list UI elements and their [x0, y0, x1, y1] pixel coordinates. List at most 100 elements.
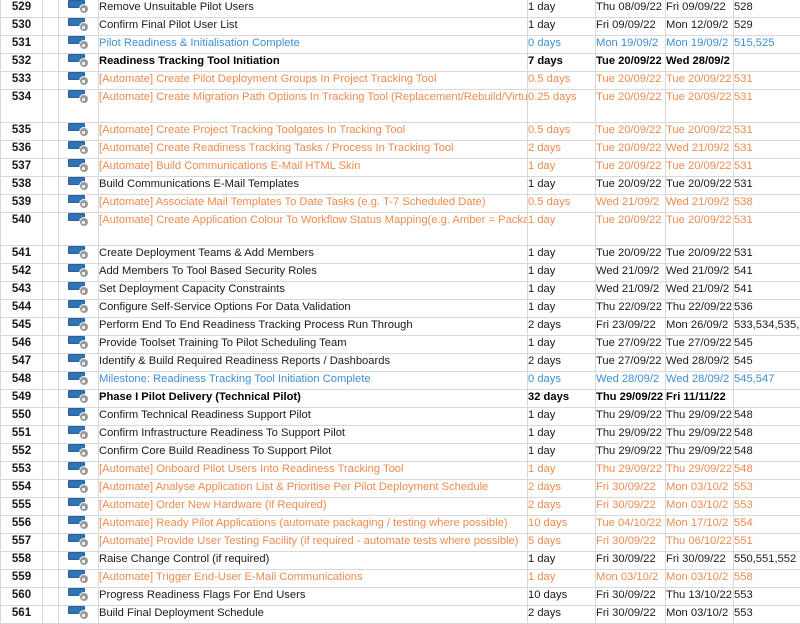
indicator-cell[interactable]: [43, 90, 59, 123]
start-date-cell[interactable]: Tue 27/09/22: [596, 336, 666, 354]
indicator-cell[interactable]: [43, 54, 59, 72]
row-id-cell[interactable]: 552: [1, 444, 43, 462]
task-name-cell[interactable]: Confirm Core Build Readiness To Support …: [99, 444, 528, 462]
task-mode-cell[interactable]: [59, 72, 99, 90]
table-row[interactable]: 532Readiness Tracking Tool Initiation7 d…: [1, 54, 800, 72]
row-id-cell[interactable]: 550: [1, 408, 43, 426]
start-date-cell[interactable]: Fri 30/09/22: [596, 588, 666, 606]
finish-date-cell[interactable]: Fri 09/09/22: [666, 0, 734, 18]
task-name-cell[interactable]: Add Members To Tool Based Security Roles: [99, 264, 528, 282]
task-name-cell[interactable]: [Automate] Create Pilot Deployment Group…: [99, 72, 528, 90]
row-id-cell[interactable]: 540: [1, 213, 43, 246]
row-id-cell[interactable]: 531: [1, 36, 43, 54]
start-date-cell[interactable]: Tue 20/09/22: [596, 246, 666, 264]
finish-date-cell[interactable]: Tue 20/09/22: [666, 90, 734, 123]
row-id-cell[interactable]: 556: [1, 516, 43, 534]
predecessors-cell[interactable]: 541: [734, 282, 800, 300]
predecessors-cell[interactable]: 529: [734, 18, 800, 36]
indicator-cell[interactable]: [43, 570, 59, 588]
row-id-cell[interactable]: 538: [1, 177, 43, 195]
indicator-cell[interactable]: [43, 552, 59, 570]
task-mode-cell[interactable]: [59, 213, 99, 246]
row-id-cell[interactable]: 553: [1, 462, 43, 480]
start-date-cell[interactable]: Thu 22/09/22: [596, 300, 666, 318]
start-date-cell[interactable]: Fri 30/09/22: [596, 606, 666, 624]
table-row[interactable]: 547Identify & Build Required Readiness R…: [1, 354, 800, 372]
predecessors-cell[interactable]: 515,525: [734, 36, 800, 54]
task-mode-cell[interactable]: [59, 552, 99, 570]
task-name-cell[interactable]: Milestone: Readiness Tracking Tool Initi…: [99, 372, 528, 390]
task-name-cell[interactable]: Set Deployment Capacity Constraints: [99, 282, 528, 300]
predecessors-cell[interactable]: 533,534,535,5:: [734, 318, 800, 336]
duration-cell[interactable]: 2 days: [528, 141, 596, 159]
task-mode-cell[interactable]: [59, 18, 99, 36]
indicator-cell[interactable]: [43, 300, 59, 318]
table-row[interactable]: 537[Automate] Build Communications E-Mai…: [1, 159, 800, 177]
table-row[interactable]: 558Raise Change Control (if required)1 d…: [1, 552, 800, 570]
indicator-cell[interactable]: [43, 606, 59, 624]
start-date-cell[interactable]: Thu 29/09/22: [596, 426, 666, 444]
task-mode-cell[interactable]: [59, 54, 99, 72]
duration-cell[interactable]: 1 day: [528, 336, 596, 354]
task-name-cell[interactable]: [Automate] Analyse Application List & Pr…: [99, 480, 528, 498]
start-date-cell[interactable]: Wed 21/09/2: [596, 282, 666, 300]
duration-cell[interactable]: 1 day: [528, 213, 596, 246]
start-date-cell[interactable]: Mon 19/09/2: [596, 36, 666, 54]
finish-date-cell[interactable]: Tue 20/09/22: [666, 246, 734, 264]
row-id-cell[interactable]: 547: [1, 354, 43, 372]
indicator-cell[interactable]: [43, 336, 59, 354]
table-row[interactable]: 549Phase I Pilot Delivery (Technical Pil…: [1, 390, 800, 408]
indicator-cell[interactable]: [43, 498, 59, 516]
task-mode-cell[interactable]: [59, 498, 99, 516]
table-row[interactable]: 529Remove Unsuitable Pilot Users1 dayThu…: [1, 0, 800, 18]
indicator-cell[interactable]: [43, 0, 59, 18]
task-mode-cell[interactable]: [59, 444, 99, 462]
task-grid-body[interactable]: 529Remove Unsuitable Pilot Users1 dayThu…: [1, 0, 800, 624]
row-id-cell[interactable]: 545: [1, 318, 43, 336]
row-id-cell[interactable]: 551: [1, 426, 43, 444]
start-date-cell[interactable]: Tue 04/10/22: [596, 516, 666, 534]
finish-date-cell[interactable]: Wed 21/09/2: [666, 195, 734, 213]
finish-date-cell[interactable]: Tue 20/09/22: [666, 213, 734, 246]
predecessors-cell[interactable]: 550,551,552: [734, 552, 800, 570]
task-mode-cell[interactable]: [59, 123, 99, 141]
duration-cell[interactable]: 2 days: [528, 318, 596, 336]
table-row[interactable]: 560Progress Readiness Flags For End User…: [1, 588, 800, 606]
finish-date-cell[interactable]: Tue 20/09/22: [666, 159, 734, 177]
table-row[interactable]: 534[Automate] Create Migration Path Opti…: [1, 90, 800, 123]
duration-cell[interactable]: 1 day: [528, 18, 596, 36]
indicator-cell[interactable]: [43, 426, 59, 444]
table-row[interactable]: 539[Automate] Associate Mail Templates T…: [1, 195, 800, 213]
indicator-cell[interactable]: [43, 318, 59, 336]
task-mode-cell[interactable]: [59, 300, 99, 318]
row-id-cell[interactable]: 534: [1, 90, 43, 123]
task-mode-cell[interactable]: [59, 354, 99, 372]
duration-cell[interactable]: 1 day: [528, 300, 596, 318]
finish-date-cell[interactable]: Mon 17/10/2: [666, 516, 734, 534]
predecessors-cell[interactable]: 531: [734, 123, 800, 141]
table-row[interactable]: 556[Automate] Ready Pilot Applications (…: [1, 516, 800, 534]
indicator-cell[interactable]: [43, 36, 59, 54]
row-id-cell[interactable]: 554: [1, 480, 43, 498]
indicator-cell[interactable]: [43, 588, 59, 606]
task-name-cell[interactable]: Readiness Tracking Tool Initiation: [99, 54, 528, 72]
predecessors-cell[interactable]: 528: [734, 0, 800, 18]
indicator-cell[interactable]: [43, 480, 59, 498]
start-date-cell[interactable]: Fri 30/09/22: [596, 552, 666, 570]
duration-cell[interactable]: 1 day: [528, 552, 596, 570]
predecessors-cell[interactable]: [734, 390, 800, 408]
table-row[interactable]: 559[Automate] Trigger End-User E-Mail Co…: [1, 570, 800, 588]
predecessors-cell[interactable]: 553: [734, 588, 800, 606]
row-id-cell[interactable]: 542: [1, 264, 43, 282]
table-row[interactable]: 561Build Final Deployment Schedule2 days…: [1, 606, 800, 624]
task-mode-cell[interactable]: [59, 318, 99, 336]
predecessors-cell[interactable]: 545: [734, 336, 800, 354]
predecessors-cell[interactable]: [734, 54, 800, 72]
predecessors-cell[interactable]: 551: [734, 534, 800, 552]
row-id-cell[interactable]: 558: [1, 552, 43, 570]
table-row[interactable]: 554 [Automate] Analyse Application List &…: [1, 480, 800, 498]
finish-date-cell[interactable]: Tue 20/09/22: [666, 72, 734, 90]
row-id-cell[interactable]: 544: [1, 300, 43, 318]
duration-cell[interactable]: 1 day: [528, 408, 596, 426]
finish-date-cell[interactable]: Thu 13/10/22: [666, 588, 734, 606]
